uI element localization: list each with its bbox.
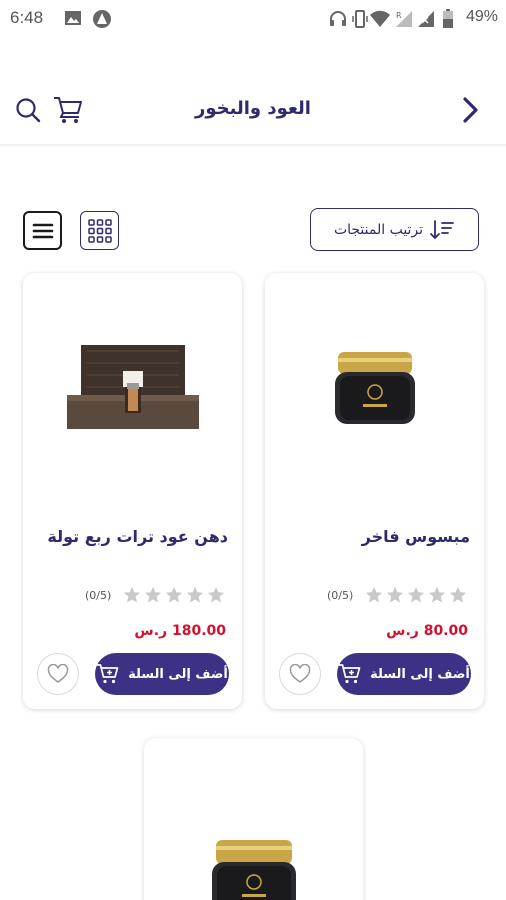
grid-view-icon <box>87 218 112 243</box>
list-view-button[interactable] <box>23 211 62 250</box>
status-bar: 6:48 R 49% <box>0 0 506 36</box>
rating-stars <box>365 586 467 604</box>
favorite-button[interactable] <box>37 653 79 695</box>
battery-percent: 49% <box>465 8 498 25</box>
heart-icon <box>47 664 69 683</box>
grid-view-button[interactable] <box>80 211 119 250</box>
sort-label: ترتيب المنتجات <box>333 221 424 238</box>
product-name[interactable]: دهن عود ترات ربع تولة <box>47 527 228 546</box>
star-icon <box>144 586 162 603</box>
wifi-icon <box>369 9 391 33</box>
image-icon <box>64 9 82 31</box>
chevron-right-icon <box>463 97 478 123</box>
add-to-cart-label: أضف إلى السلة <box>128 666 228 682</box>
sort-products-button[interactable]: ترتيب المنتجات <box>310 208 479 251</box>
add-to-cart-button[interactable]: أضف إلى السلة <box>95 653 229 695</box>
star-icon <box>207 586 225 603</box>
product-image[interactable] <box>265 273 484 503</box>
star-icon <box>407 586 425 603</box>
status-time: 6:48 <box>10 8 44 27</box>
add-to-cart-label: أضف إلى السلة <box>370 666 470 682</box>
svg-text:R: R <box>396 11 402 20</box>
product-card[interactable]: دهن عود ترات ربع تولة (0/5) 180.00 ر.س أ… <box>23 273 242 709</box>
rating-count: (0/5) <box>85 589 112 602</box>
search-button[interactable] <box>14 96 42 124</box>
search-icon <box>16 98 41 123</box>
back-button[interactable] <box>456 94 484 126</box>
signal-icon <box>416 9 436 33</box>
signal-r-icon: R <box>394 9 414 33</box>
app-header: العود والبخور <box>0 72 506 146</box>
product-name[interactable]: مبسوس فاخر <box>362 527 470 546</box>
black-jar-image <box>334 352 415 424</box>
sort-icon <box>430 219 454 239</box>
black-jar-image <box>211 840 296 900</box>
star-icon <box>428 586 446 603</box>
product-card[interactable] <box>144 738 363 900</box>
star-icon <box>386 586 404 603</box>
wooden-box-image <box>66 345 199 429</box>
add-to-cart-button[interactable]: أضف إلى السلة <box>337 653 471 695</box>
favorite-button[interactable] <box>279 653 321 695</box>
product-image[interactable] <box>144 738 363 900</box>
cart-button[interactable] <box>52 94 84 124</box>
product-price: 80.00 ر.س <box>386 623 468 639</box>
heart-icon <box>289 664 311 683</box>
list-view-icon <box>32 223 53 238</box>
rating-stars <box>123 586 225 604</box>
product-image[interactable] <box>23 273 242 503</box>
rating-count: (0/5) <box>327 589 354 602</box>
vibrate-icon <box>352 9 368 33</box>
cart-icon <box>54 97 82 123</box>
app-icon <box>92 9 112 33</box>
battery-icon <box>442 9 454 33</box>
add-cart-icon <box>339 664 361 684</box>
star-icon <box>449 586 467 603</box>
star-icon <box>165 586 183 603</box>
star-icon <box>123 586 141 603</box>
star-icon <box>186 586 204 603</box>
headphones-icon <box>328 9 348 33</box>
product-price: 180.00 ر.س <box>134 623 226 639</box>
add-cart-icon <box>97 664 119 684</box>
product-card[interactable]: مبسوس فاخر (0/5) 80.00 ر.س أضف إلى السلة <box>265 273 484 709</box>
star-icon <box>365 586 383 603</box>
